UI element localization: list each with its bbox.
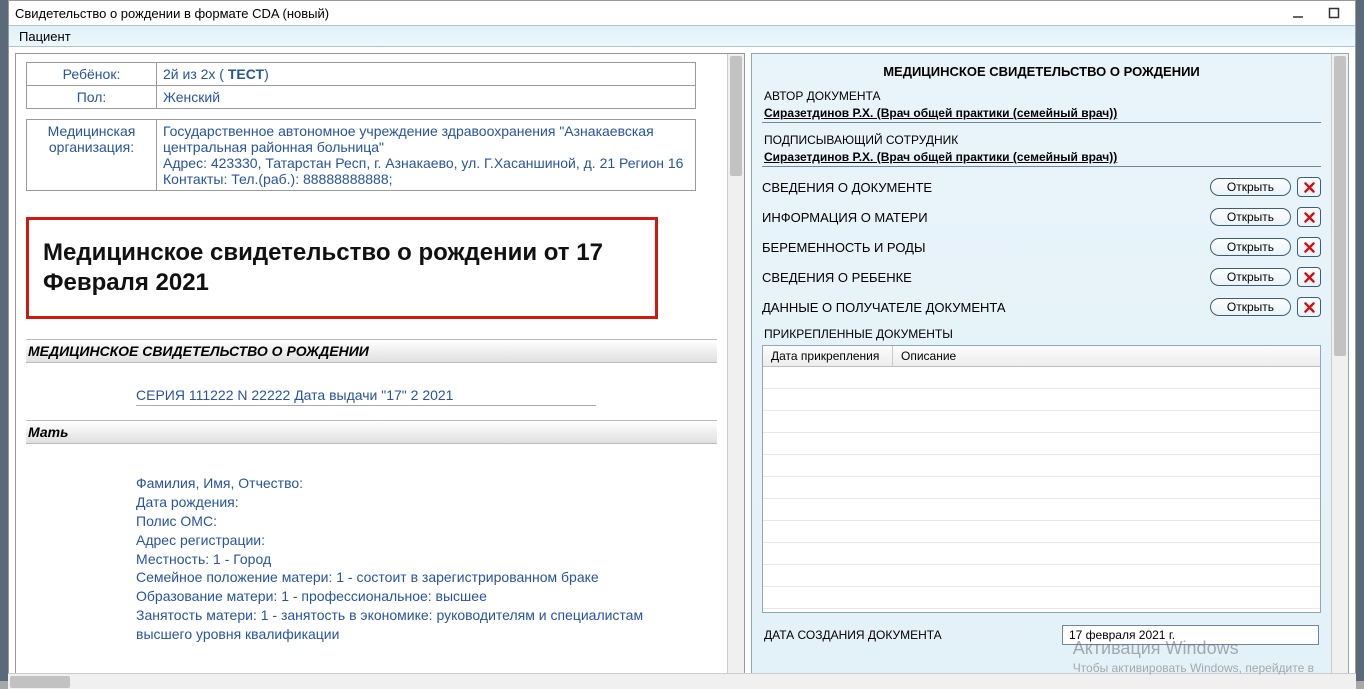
document-heading: Медицинское свидетельство о рождении от … [43, 238, 641, 298]
mother-block: Фамилия, Имя, Отчество: Дата рождения: П… [136, 474, 696, 644]
section-row: ИНФОРМАЦИЯ О МАТЕРИ Открыть [758, 205, 1325, 229]
grid-row [763, 477, 1320, 499]
mother-fio: Фамилия, Имя, Отчество: [136, 474, 696, 493]
grid-col-date: Дата прикрепления [763, 346, 893, 366]
signer-label: ПОДПИСЫВАЮЩИЙ СОТРУДНИК [758, 131, 1325, 149]
mother-employment: Занятость матери: 1 - занятость в эконом… [136, 606, 696, 644]
section-row: БЕРЕМЕННОСТЬ И РОДЫ Открыть [758, 235, 1325, 259]
creation-date-label: ДАТА СОЗДАНИЯ ДОКУМЕНТА [764, 628, 1052, 642]
window-frame: Свидетельство о рождении в формате CDA (… [8, 0, 1356, 681]
mother-address: Адрес регистрации: [136, 531, 696, 550]
signer-value: Сиразетдинов Р.Х. (Врач общей практики (… [764, 150, 1117, 164]
open-button[interactable]: Открыть [1210, 208, 1291, 226]
child-value: 2й из 2х ( ТЕСТ) [157, 63, 696, 86]
creation-date-input[interactable]: 17 февраля 2021 г. [1062, 625, 1319, 645]
delete-button[interactable] [1297, 237, 1321, 257]
open-button[interactable]: Открыть [1210, 298, 1291, 316]
org-label: Медицинская организация: [27, 120, 157, 191]
author-value: Сиразетдинов Р.Х. (Врач общей практики (… [764, 106, 1117, 120]
section-mother: Мать [26, 420, 717, 444]
child-label: Ребёнок: [27, 63, 157, 86]
grid-row [763, 565, 1320, 587]
sex-value: Женский [157, 86, 696, 109]
attachments-grid[interactable]: Дата прикрепления Описание [762, 345, 1321, 613]
section-row: ДАННЫЕ О ПОЛУЧАТЕЛЕ ДОКУМЕНТА Открыть [758, 295, 1325, 319]
open-button[interactable]: Открыть [1210, 268, 1291, 286]
window-title: Свидетельство о рождении в формате CDA (… [15, 6, 1289, 21]
grid-row [763, 587, 1320, 609]
section-row: СВЕДЕНИЯ О РЕБЕНКЕ Открыть [758, 265, 1325, 289]
section-row: СВЕДЕНИЯ О ДОКУМЕНТЕ Открыть [758, 175, 1325, 199]
mother-education: Образование матери: 1 - профессиональное… [136, 587, 696, 606]
org-info-table: Медицинская организация: Государственное… [26, 119, 696, 191]
mother-marital: Семейное положение матери: 1 - состоит в… [136, 568, 696, 587]
section-row-label: ДАННЫЕ О ПОЛУЧАТЕЛЕ ДОКУМЕНТА [762, 300, 1204, 315]
attachments-label: ПРИКРЕПЛЕННЫЕ ДОКУМЕНТЫ [758, 325, 1325, 343]
work-area: Ребёнок: 2й из 2х ( ТЕСТ) Пол: Женский М… [9, 47, 1355, 680]
org-value: Государственное автономное учреждение зд… [157, 120, 696, 191]
open-button[interactable]: Открыть [1210, 238, 1291, 256]
grid-row [763, 389, 1320, 411]
grid-row [763, 499, 1320, 521]
horizontal-scrollbar[interactable] [8, 673, 1356, 689]
mother-dob: Дата рождения: [136, 493, 696, 512]
section-row-label: БЕРЕМЕННОСТЬ И РОДЫ [762, 240, 1204, 255]
left-frame-edge [0, 0, 8, 681]
grid-header: Дата прикрепления Описание [763, 346, 1320, 367]
grid-body [763, 367, 1320, 612]
grid-col-desc: Описание [893, 346, 1320, 366]
child-info-table: Ребёнок: 2й из 2х ( ТЕСТ) Пол: Женский [26, 62, 696, 109]
patient-label: Пациент [19, 29, 71, 44]
left-vertical-scrollbar[interactable] [727, 54, 744, 679]
title-bar: Свидетельство о рождении в формате CDA (… [9, 1, 1355, 25]
author-label: АВТОР ДОКУМЕНТА [758, 87, 1325, 105]
creation-date-value: 17 февраля 2021 г. [1069, 628, 1175, 642]
section-row-label: СВЕДЕНИЯ О ДОКУМЕНТЕ [762, 180, 1204, 195]
open-button[interactable]: Открыть [1210, 178, 1291, 196]
delete-button[interactable] [1297, 177, 1321, 197]
delete-button[interactable] [1297, 207, 1321, 227]
delete-button[interactable] [1297, 267, 1321, 287]
highlighted-heading: Медицинское свидетельство о рождении от … [26, 217, 658, 319]
maximize-button[interactable] [1325, 4, 1343, 22]
grid-row [763, 543, 1320, 565]
document-preview-panel: Ребёнок: 2й из 2х ( ТЕСТ) Пол: Женский М… [15, 53, 745, 680]
section-row-label: ИНФОРМАЦИЯ О МАТЕРИ [762, 210, 1204, 225]
sex-label: Пол: [27, 86, 157, 109]
author-field[interactable]: Сиразетдинов Р.Х. (Врач общей практики (… [762, 105, 1321, 123]
mother-locality: Местность: 1 - Город [136, 550, 696, 569]
creation-date-row: ДАТА СОЗДАНИЯ ДОКУМЕНТА 17 февраля 2021 … [758, 621, 1325, 645]
grid-row [763, 455, 1320, 477]
series-line: СЕРИЯ 111222 N 22222 Дата выдачи "17" 2 … [136, 385, 596, 406]
form-panel: МЕДИЦИНСКОЕ СВИДЕТЕЛЬСТВО О РОЖДЕНИИ АВТ… [751, 53, 1349, 680]
section-certificate: МЕДИЦИНСКОЕ СВИДЕТЕЛЬСТВО О РОЖДЕНИИ [26, 339, 717, 363]
minimize-button[interactable] [1289, 4, 1307, 22]
right-vertical-scrollbar[interactable] [1331, 54, 1348, 679]
delete-button[interactable] [1297, 297, 1321, 317]
form-title: МЕДИЦИНСКОЕ СВИДЕТЕЛЬСТВО О РОЖДЕНИИ [758, 60, 1325, 87]
grid-row [763, 521, 1320, 543]
grid-row [763, 411, 1320, 433]
signer-field[interactable]: Сиразетдинов Р.Х. (Врач общей практики (… [762, 149, 1321, 167]
mother-policy: Полис ОМС: [136, 512, 696, 531]
grid-row [763, 367, 1320, 389]
patient-strip: Пациент [9, 25, 1355, 47]
section-row-label: СВЕДЕНИЯ О РЕБЕНКЕ [762, 270, 1204, 285]
grid-row [763, 433, 1320, 455]
right-frame-edge [1356, 0, 1364, 681]
